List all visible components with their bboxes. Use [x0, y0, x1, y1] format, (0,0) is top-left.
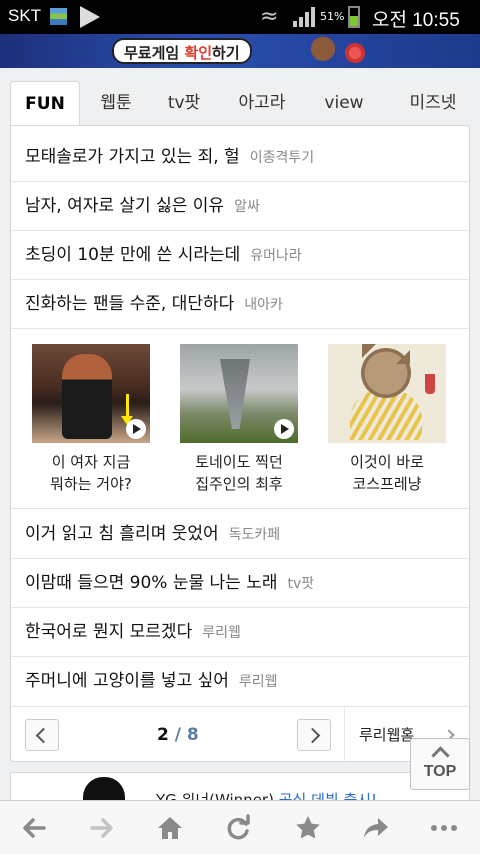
ruliweb-home-link[interactable]: 루리웹홈: [359, 707, 414, 763]
list-item-title: 초딩이 10분 만에 쓴 시라는데: [25, 245, 241, 265]
list-item-source: tv팟: [287, 576, 315, 592]
video-thumbnails: 이 여자 지금 뭐하는 거야? 토네이도 찍던 집주인의 최후 이것이 바로 코스프레…: [11, 329, 469, 509]
clock: 오전 10:55: [372, 10, 460, 31]
play-icon: [126, 419, 146, 439]
list-item[interactable]: 진화하는 팬들 수준, 대단하다 내아카: [11, 280, 469, 329]
more-dots-icon: [431, 825, 457, 831]
list-item-title: 남자, 여자로 살기 싫은 이유: [25, 196, 225, 216]
arrow-left-icon: [23, 818, 46, 838]
video-thumb[interactable]: 토네이도 찍던 집주인의 최후: [180, 344, 298, 495]
refresh-button[interactable]: [208, 801, 268, 854]
more-button[interactable]: [414, 801, 474, 854]
fun-content-card: 모태솔로가 가지고 있는 죄, 헐 이종격투기 남자, 여자로 살기 싫은 이유 알…: [10, 125, 470, 763]
tab-agora[interactable]: 아고라: [230, 81, 294, 125]
pager-divider: [344, 707, 345, 763]
list-item-source: 독도카페: [228, 527, 281, 543]
signal-icon: [293, 7, 317, 27]
video-thumb-image: [328, 344, 446, 443]
video-thumb-caption: 이 여자 지금 뭐하는 거야?: [50, 453, 132, 493]
video-thumb[interactable]: 이 여자 지금 뭐하는 거야?: [32, 344, 150, 495]
list-item-title: 한국어로 뭔지 모르겠다: [25, 622, 193, 642]
home-icon: [158, 817, 182, 839]
ad-banner-text: 무료게임 확인하기: [112, 38, 252, 64]
list-item-source: 내아카: [244, 297, 283, 313]
video-thumb-image: [180, 344, 298, 443]
category-tabs: FUN 웹툰 tv팟 아고라 view 미즈넷: [10, 81, 470, 145]
video-thumb[interactable]: 이것이 바로 코스프레냥: [328, 344, 446, 495]
play-icon: [274, 419, 294, 439]
scroll-top-button[interactable]: TOP: [410, 738, 470, 790]
arrow-right-icon: [90, 818, 113, 838]
pager: 2 / 8 루리웹홈: [11, 706, 469, 763]
tab-view[interactable]: view: [316, 81, 372, 125]
list-item-source: 루리웹: [202, 625, 241, 641]
browser-toolbar: [0, 800, 480, 853]
list-item-title: 이거 읽고 침 흘리며 웃었어: [25, 524, 219, 544]
tab-webtoon[interactable]: 웹툰: [88, 81, 144, 125]
list-item-source: 유머나라: [250, 248, 302, 264]
bookmark-button[interactable]: [278, 801, 338, 854]
chevron-up-icon: [431, 746, 450, 765]
list-item-source: 알싸: [234, 199, 260, 215]
list-item-source: 루리웹: [238, 674, 278, 690]
list-item[interactable]: 이거 읽고 침 흘리며 웃었어 독도카페: [11, 510, 469, 559]
prev-page-button[interactable]: [25, 719, 59, 751]
battery-icon: [348, 6, 360, 28]
list-item[interactable]: 초딩이 10분 만에 쓴 시라는데 유머나라: [11, 231, 469, 280]
app-notification-icon: [50, 8, 67, 25]
ad-prop-image: [340, 40, 370, 66]
play-store-icon: [80, 6, 100, 28]
list-item-title: 모태솔로가 가지고 있는 죄, 헐: [25, 147, 240, 167]
video-thumb-image: [32, 344, 150, 443]
tab-tvpot[interactable]: tv팟: [156, 81, 212, 125]
share-button[interactable]: [346, 801, 406, 854]
list-item[interactable]: 모태솔로가 가지고 있는 죄, 헐 이종격투기: [11, 133, 469, 182]
share-icon: [364, 818, 388, 838]
list-item[interactable]: 주머니에 고양이를 넣고 싶어 루리웹: [11, 657, 469, 706]
list-item[interactable]: 한국어로 뭔지 모르겠다 루리웹: [11, 608, 469, 657]
scroll-top-label: TOP: [423, 763, 457, 780]
list-item[interactable]: 남자, 여자로 살기 싫은 이유 알싸: [11, 182, 469, 231]
forward-button[interactable]: [72, 801, 132, 854]
status-bar: SKT ≈ 51% 오전 10:55: [0, 0, 480, 34]
next-page-button[interactable]: [297, 719, 331, 751]
tab-miznet[interactable]: 미즈넷: [400, 81, 466, 125]
list-item-title: 이맘때 들으면 90% 눈물 나는 노래: [25, 573, 278, 593]
battery-percent: 51%: [320, 10, 345, 23]
ad-banner[interactable]: 무료게임 확인하기: [0, 34, 480, 68]
wifi-icon: ≈: [260, 4, 279, 29]
star-icon: [296, 816, 320, 839]
list-item-title: 진화하는 팬들 수준, 대단하다: [25, 294, 235, 314]
carrier-label: SKT: [8, 6, 42, 25]
tab-fun[interactable]: FUN: [10, 81, 80, 145]
video-thumb-caption: 토네이도 찍던 집주인의 최후: [195, 453, 283, 493]
video-thumb-caption: 이것이 바로 코스프레냥: [350, 453, 424, 493]
page-counter: 2 / 8: [157, 725, 199, 745]
list-item-source: 이종격투기: [249, 150, 315, 166]
refresh-icon: [227, 814, 250, 840]
back-button[interactable]: [4, 801, 64, 854]
home-button[interactable]: [140, 801, 200, 854]
list-item-title: 주머니에 고양이를 넣고 싶어: [25, 671, 229, 691]
list-item[interactable]: 이맘때 들으면 90% 눈물 나는 노래 tv팟: [11, 559, 469, 608]
